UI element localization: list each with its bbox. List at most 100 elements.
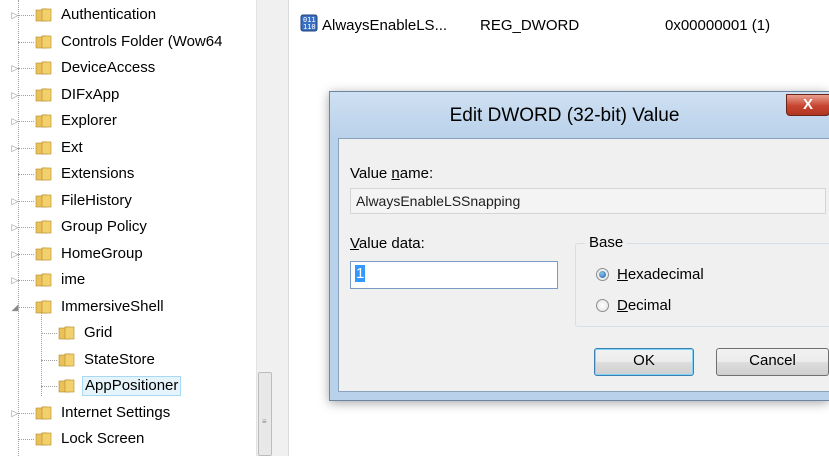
radio-selected-icon[interactable] — [596, 268, 609, 281]
tree-item[interactable]: Lock Screen — [0, 426, 258, 453]
tree-connector — [41, 359, 57, 361]
tree-item-label: Ext — [61, 138, 83, 156]
tree-connector — [18, 147, 34, 149]
tree-item-label: Group Policy — [61, 218, 147, 235]
tree-connector — [18, 306, 34, 308]
tree-item[interactable]: ▷ HomeGroup — [0, 241, 258, 268]
tree-connector — [18, 0, 19, 456]
tree-item[interactable]: Extensions — [0, 161, 258, 188]
tree-item[interactable]: ▷ Explorer — [0, 108, 258, 135]
tree-item-label: AppPositioner — [82, 376, 182, 396]
folder-icon — [35, 141, 52, 154]
folder-icon — [35, 61, 52, 75]
tree-item[interactable]: ▷ Internet Settings — [0, 400, 258, 427]
tree-connector — [18, 41, 34, 43]
tree-item[interactable]: ▷ DIFxApp — [0, 82, 258, 109]
tree-connector — [18, 121, 34, 122]
dialog-title-bar[interactable]: Edit DWORD (32-bit) Value X — [330, 92, 829, 138]
close-icon: X — [802, 96, 813, 113]
tree-connector — [18, 174, 34, 175]
edit-dword-dialog: Edit DWORD (32-bit) Value X Value name: … — [329, 91, 829, 401]
tree-connector — [18, 227, 34, 228]
tree-connector — [41, 386, 57, 387]
tree-item[interactable]: ▷ Ext — [0, 135, 258, 162]
dialog-body: Value name: AlwaysEnableLSSnapping Value… — [338, 138, 829, 392]
tree-connector — [18, 280, 34, 281]
svg-text:110: 110 — [303, 23, 316, 31]
radio-unselected-icon[interactable] — [596, 299, 609, 312]
folder-icon — [35, 406, 52, 419]
folder-icon — [35, 247, 52, 260]
tree-connector — [41, 333, 57, 334]
tree-item[interactable]: Controls Folder (Wow64 — [0, 29, 258, 56]
tree-item-label: Grid — [84, 324, 113, 341]
folder-icon — [35, 35, 52, 48]
tree-item[interactable]: ▷ ime — [0, 267, 258, 294]
tree-scrollbar[interactable]: ≡ — [256, 0, 274, 456]
base-groupbox: Base Hexadecimal Decimal — [575, 234, 829, 327]
tree-connector — [18, 412, 34, 414]
decimal-label: Decimal — [617, 297, 672, 314]
tree-item[interactable]: AppPositioner — [0, 373, 258, 400]
value-name: AlwaysEnableLS... — [322, 17, 448, 34]
folder-icon — [35, 167, 52, 181]
tree-item-label: Internet Settings — [61, 403, 171, 421]
scrollbar-grip-icon: ≡ — [262, 417, 267, 426]
base-label: Base — [585, 234, 628, 251]
tree-connector — [18, 15, 34, 16]
tree-item[interactable]: ▷ DeviceAccess — [0, 55, 258, 82]
tree-item[interactable]: ▷ FileHistory — [0, 188, 258, 215]
tree-item-label: DIFxApp — [61, 85, 120, 103]
value-data: 0x00000001 (1) — [665, 17, 771, 34]
folder-icon — [35, 432, 52, 446]
tree-item-label: Controls Folder (Wow64 — [61, 32, 223, 50]
folder-icon — [35, 114, 52, 128]
tree-item[interactable]: ▷ Authentication — [0, 2, 258, 29]
folder-icon — [58, 353, 75, 366]
tree-item-label: FileHistory — [61, 191, 132, 209]
tree-item[interactable]: StateStore — [0, 347, 258, 374]
tree-item-label: Lock Screen — [61, 430, 145, 447]
close-button[interactable]: X — [786, 94, 829, 116]
tree-item-label: ImmersiveShell — [61, 297, 164, 315]
partially-visible-row — [289, 0, 829, 6]
tree-connector — [18, 68, 34, 69]
folder-icon — [35, 194, 52, 207]
value-type: REG_DWORD — [480, 17, 580, 34]
tree-connector — [41, 312, 42, 396]
tree-item[interactable]: ◢ ImmersiveShell — [0, 294, 258, 321]
value-data-input[interactable]: 1 — [350, 261, 558, 289]
tree-item-label: ime — [61, 271, 86, 288]
tree-connector — [18, 439, 34, 440]
binary-value-icon: 011 110 — [300, 14, 318, 32]
tree-connector — [18, 253, 34, 255]
value-data-label: Value data: — [350, 235, 425, 252]
tree-item-label: StateStore — [84, 350, 155, 368]
tree-item-label: DeviceAccess — [61, 59, 156, 76]
tree-item-label: Authentication — [61, 6, 157, 23]
folder-icon — [35, 300, 52, 313]
tree-item[interactable]: Grid — [0, 320, 258, 347]
dialog-title: Edit DWORD (32-bit) Value — [449, 105, 680, 126]
registry-key-tree[interactable]: ▷ Authentication Controls Folder (Wow64 ▷ De… — [0, 0, 258, 456]
tree-connector — [18, 94, 34, 96]
value-name-field[interactable]: AlwaysEnableLSSnapping — [350, 188, 826, 214]
value-row[interactable]: 011 110 AlwaysEnableLS... REG_DWORD 0x00… — [289, 14, 829, 36]
ok-button[interactable]: OK — [594, 348, 694, 376]
tree-item-label: HomeGroup — [61, 244, 143, 262]
tree-item[interactable]: ▷ Group Policy — [0, 214, 258, 241]
folder-icon — [35, 8, 52, 22]
folder-icon — [58, 326, 75, 340]
tree-connector — [18, 200, 34, 202]
folder-icon — [35, 273, 52, 287]
pane-splitter[interactable] — [274, 0, 289, 456]
value-data-text: 1 — [355, 265, 366, 282]
hexadecimal-label: Hexadecimal — [617, 266, 704, 283]
tree-scrollbar-thumb[interactable]: ≡ — [258, 372, 272, 456]
value-name-label: Value name: — [350, 165, 434, 182]
cancel-button[interactable]: Cancel — [716, 348, 829, 376]
tree-item-label: Extensions — [61, 165, 135, 182]
folder-icon — [58, 379, 75, 393]
folder-icon — [35, 88, 52, 101]
folder-icon — [35, 220, 52, 234]
